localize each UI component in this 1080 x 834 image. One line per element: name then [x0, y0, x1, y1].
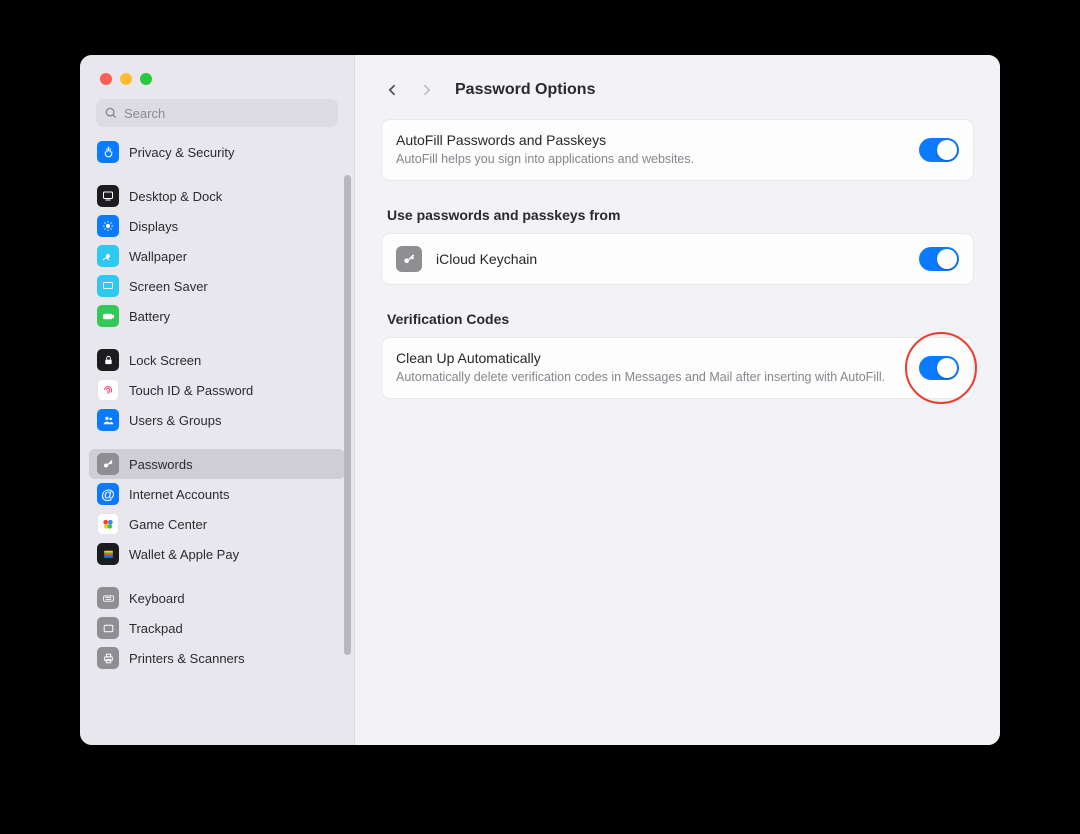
sidebar-item-label: Printers & Scanners	[129, 651, 245, 666]
users-icon	[97, 409, 119, 431]
key-icon	[396, 246, 422, 272]
sidebar-item-label: Displays	[129, 219, 178, 234]
page-title: Password Options	[455, 81, 595, 99]
sidebar-item-wallpaper[interactable]: Wallpaper	[89, 241, 345, 271]
cleanup-subtitle: Automatically delete verification codes …	[396, 369, 905, 386]
main-content: Password Options AutoFill Passwords and …	[355, 55, 1000, 745]
sidebar-item-internet-accounts[interactable]: @ Internet Accounts	[89, 479, 345, 509]
fingerprint-icon	[97, 379, 119, 401]
sidebar-item-label: Keyboard	[129, 591, 185, 606]
wallpaper-icon	[97, 245, 119, 267]
search-input[interactable]	[124, 106, 330, 121]
sidebar-item-label: Passwords	[129, 457, 193, 472]
sidebar-item-wallet[interactable]: Wallet & Apple Pay	[89, 539, 345, 569]
displays-icon	[97, 215, 119, 237]
back-button[interactable]	[383, 78, 401, 102]
verification-card: Clean Up Automatically Automatically del…	[381, 337, 974, 399]
scrollbar-thumb[interactable]	[344, 175, 351, 655]
system-settings-window: Privacy & Security Desktop & Dock Displa…	[80, 55, 1000, 745]
sidebar-item-users-groups[interactable]: Users & Groups	[89, 405, 345, 435]
search-field[interactable]	[96, 99, 338, 127]
sidebar-item-label: Desktop & Dock	[129, 189, 222, 204]
search-icon	[104, 106, 118, 120]
sidebar-item-label: Battery	[129, 309, 170, 324]
window-controls	[80, 55, 354, 85]
sidebar-list: Privacy & Security Desktop & Dock Displa…	[80, 135, 354, 745]
sidebar-item-desktop-dock[interactable]: Desktop & Dock	[89, 181, 345, 211]
minimize-window-button[interactable]	[120, 73, 132, 85]
sidebar-item-label: Privacy & Security	[129, 145, 234, 160]
screen-saver-icon	[97, 275, 119, 297]
use-from-card: iCloud Keychain	[381, 233, 974, 285]
sidebar: Privacy & Security Desktop & Dock Displa…	[80, 55, 355, 745]
icloud-keychain-label: iCloud Keychain	[436, 251, 905, 267]
sidebar-item-keyboard[interactable]: Keyboard	[89, 583, 345, 613]
at-icon: @	[97, 483, 119, 505]
zoom-window-button[interactable]	[140, 73, 152, 85]
cleanup-toggle[interactable]	[919, 356, 959, 380]
chevron-left-icon	[386, 81, 399, 99]
sidebar-item-label: Users & Groups	[129, 413, 221, 428]
sidebar-item-label: Trackpad	[129, 621, 183, 636]
sidebar-item-lock-screen[interactable]: Lock Screen	[89, 345, 345, 375]
sidebar-item-touch-id[interactable]: Touch ID & Password	[89, 375, 345, 405]
sidebar-item-label: Screen Saver	[129, 279, 208, 294]
sidebar-item-printers[interactable]: Printers & Scanners	[89, 643, 345, 673]
forward-button[interactable]	[417, 78, 435, 102]
sidebar-item-displays[interactable]: Displays	[89, 211, 345, 241]
sidebar-item-battery[interactable]: Battery	[89, 301, 345, 331]
game-center-icon	[97, 513, 119, 535]
autofill-toggle[interactable]	[919, 138, 959, 162]
autofill-card: AutoFill Passwords and Passkeys AutoFill…	[381, 119, 974, 181]
hand-privacy-icon	[97, 141, 119, 163]
trackpad-icon	[97, 617, 119, 639]
autofill-title: AutoFill Passwords and Passkeys	[396, 132, 905, 148]
annotation-highlight	[919, 356, 959, 380]
sidebar-item-privacy-security[interactable]: Privacy & Security	[89, 137, 345, 167]
sidebar-item-label: Game Center	[129, 517, 207, 532]
icloud-keychain-toggle[interactable]	[919, 247, 959, 271]
sidebar-item-screen-saver[interactable]: Screen Saver	[89, 271, 345, 301]
close-window-button[interactable]	[100, 73, 112, 85]
sidebar-scrollbar[interactable]	[340, 55, 354, 745]
header: Password Options	[355, 55, 1000, 109]
verification-heading: Verification Codes	[387, 311, 968, 327]
sidebar-item-label: Lock Screen	[129, 353, 201, 368]
printer-icon	[97, 647, 119, 669]
sidebar-item-label: Internet Accounts	[129, 487, 229, 502]
sidebar-item-game-center[interactable]: Game Center	[89, 509, 345, 539]
sidebar-item-label: Wallpaper	[129, 249, 187, 264]
autofill-subtitle: AutoFill helps you sign into application…	[396, 151, 905, 168]
chevron-right-icon	[420, 81, 433, 99]
use-from-heading: Use passwords and passkeys from	[387, 207, 968, 223]
battery-icon	[97, 305, 119, 327]
sidebar-item-label: Wallet & Apple Pay	[129, 547, 239, 562]
desktop-icon	[97, 185, 119, 207]
sidebar-item-trackpad[interactable]: Trackpad	[89, 613, 345, 643]
sidebar-item-label: Touch ID & Password	[129, 383, 253, 398]
lock-screen-icon	[97, 349, 119, 371]
sidebar-item-passwords[interactable]: Passwords	[89, 449, 345, 479]
cleanup-title: Clean Up Automatically	[396, 350, 905, 366]
keyboard-icon	[97, 587, 119, 609]
wallet-icon	[97, 543, 119, 565]
key-icon	[97, 453, 119, 475]
